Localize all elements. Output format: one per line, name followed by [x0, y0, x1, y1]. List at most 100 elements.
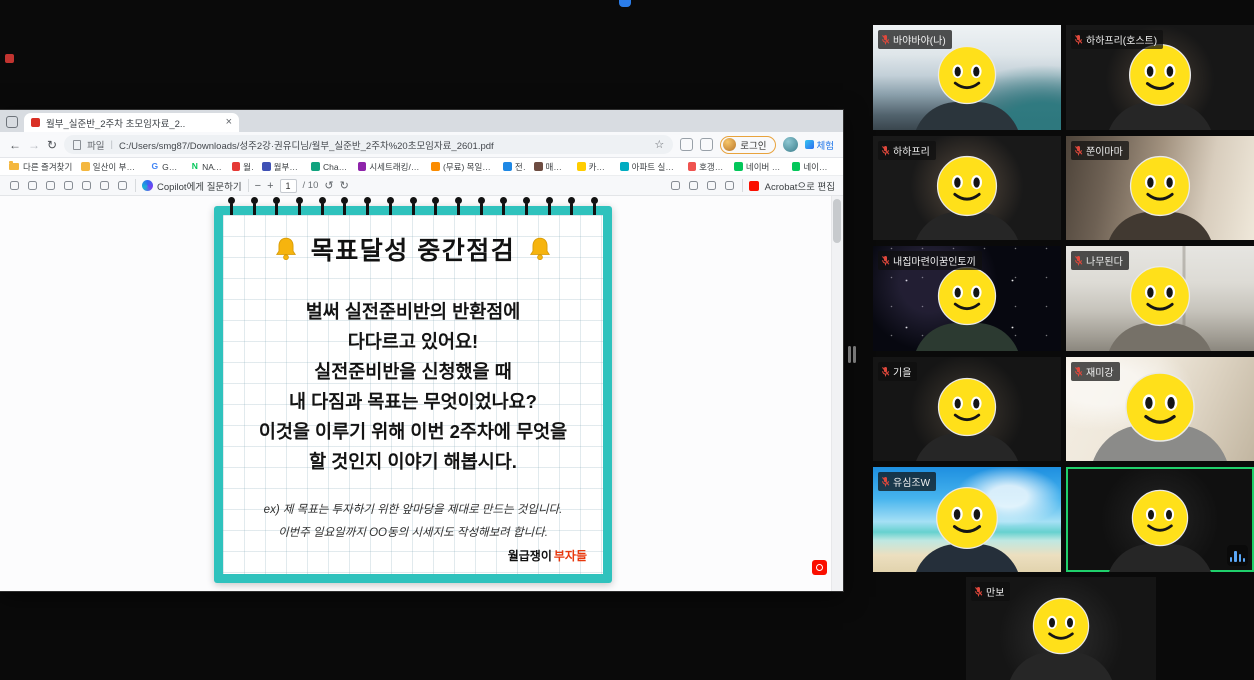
- binder-pin: [410, 197, 417, 217]
- select-tool-icon[interactable]: [62, 179, 75, 192]
- back-icon[interactable]: ←: [9, 139, 21, 151]
- bookmark-item[interactable]: ChatGPT: [311, 162, 348, 172]
- toolbar-separator: [135, 179, 136, 192]
- more-icon[interactable]: [723, 179, 736, 192]
- login-label: 로그인: [740, 138, 766, 152]
- bookmark-label: 시세트래킹/가우리..: [369, 161, 422, 173]
- participant-tile[interactable]: 하하프리: [873, 136, 1061, 241]
- zoom-out-button[interactable]: −: [255, 180, 261, 192]
- bookmark-favicon: [503, 162, 512, 171]
- other-bookmarks-button[interactable]: 다른 즐겨찾기: [9, 161, 72, 173]
- menu-icon[interactable]: [8, 179, 21, 192]
- bookmark-label: 월부: [243, 161, 253, 173]
- favorite-star-icon[interactable]: ☆: [654, 138, 664, 151]
- bookmark-label: 전달: [515, 161, 525, 173]
- toolbar-separator: [248, 179, 249, 192]
- notebook-binding: [228, 197, 598, 217]
- bookmark-item[interactable]: 일산이 부자가 되..: [81, 161, 141, 173]
- participant-name: 쭌이마마: [1086, 143, 1123, 158]
- smiley-face-overlay: [1128, 154, 1192, 218]
- forward-icon[interactable]: →: [28, 139, 40, 151]
- participant-tile[interactable]: 내집마련이꿈인토끼: [873, 246, 1061, 351]
- bookmark-item[interactable]: 전달: [503, 161, 525, 173]
- zoom-in-button[interactable]: +: [267, 180, 273, 192]
- tab-list-icon[interactable]: [6, 116, 18, 128]
- search-icon[interactable]: [26, 179, 39, 192]
- participant-tile-bottom[interactable]: 만보: [966, 577, 1156, 680]
- participant-name: 재미강: [1086, 364, 1114, 379]
- participant-name: 하하프리: [893, 143, 930, 158]
- smiley-face-overlay: [1127, 42, 1193, 108]
- login-button[interactable]: 로그인: [720, 136, 775, 154]
- page-number-input[interactable]: 1: [280, 179, 297, 193]
- zoom-meeting-screen: 월부_실준반_2주차 초모임자료_2.. × ← → ↻ 파일 | C:/Use…: [0, 0, 1254, 680]
- draw-icon[interactable]: [80, 179, 93, 192]
- collections-icon[interactable]: [700, 138, 713, 151]
- participant-tile[interactable]: 재미강: [1066, 357, 1254, 462]
- bookmark-label: (무료) 목일실이용..: [443, 161, 494, 173]
- address-bar: ← → ↻ 파일 | C:/Users/smg87/Downloads/성주2강…: [0, 132, 843, 158]
- pdf-scrollbar[interactable]: [831, 196, 843, 591]
- tab-strip: 월부_실준반_2주차 초모임자료_2.. ×: [0, 110, 843, 132]
- binder-pin: [478, 197, 485, 217]
- split-screen-icon[interactable]: [680, 138, 693, 151]
- participant-name: 나무된다: [1086, 253, 1123, 268]
- trial-button[interactable]: 체험: [805, 138, 834, 152]
- bookmark-item[interactable]: (무료) 목일실이용..: [431, 161, 494, 173]
- pdf-scrollbar-thumb[interactable]: [833, 199, 841, 243]
- bookmark-item[interactable]: 네이버 부동산: [734, 161, 782, 173]
- doc-body-line: 내 다짐과 목표는 무엇이었나요?: [259, 387, 567, 417]
- bookmark-label: 카카오맵: [589, 161, 612, 173]
- bookmark-item[interactable]: N NAVER: [191, 162, 223, 172]
- tab-close-icon[interactable]: ×: [226, 117, 232, 128]
- smiley-face-overlay: [934, 485, 1000, 551]
- participant-tile[interactable]: 유심조W: [873, 467, 1061, 572]
- bookmark-item[interactable]: 월부클래스: [262, 161, 302, 173]
- bookmark-item[interactable]: 시세트래킹/가우리..: [358, 161, 423, 173]
- bookmark-item[interactable]: 네이버 지도: [792, 161, 834, 173]
- refresh-icon[interactable]: ↻: [47, 139, 57, 151]
- acrobat-floating-icon[interactable]: [812, 560, 827, 575]
- participant-name: 만보: [986, 584, 1004, 599]
- acrobat-edit-button[interactable]: Acrobat으로 편집: [765, 179, 835, 193]
- participant-tile[interactable]: 바야바야(나): [873, 25, 1061, 130]
- bookmark-item[interactable]: 매물일정: [534, 161, 568, 173]
- highlight-icon[interactable]: [98, 179, 111, 192]
- rotate-left-button[interactable]: ↺: [324, 179, 333, 192]
- bookmark-favicon: N: [191, 162, 200, 171]
- participant-name-badge: 하하프리: [878, 141, 936, 160]
- bookmark-item[interactable]: 호갱노노..: [688, 161, 726, 173]
- bell-icon: [273, 236, 299, 262]
- copilot-button[interactable]: Copilot에게 질문하기: [142, 179, 242, 193]
- smiley-face-overlay: [1130, 488, 1190, 548]
- participant-tile[interactable]: [1066, 467, 1254, 572]
- participant-tile[interactable]: 쭌이마마: [1066, 136, 1254, 241]
- url-scheme-label: 파일: [87, 138, 104, 152]
- participant-tile[interactable]: 나무된다: [1066, 246, 1254, 351]
- bookmark-label: 월부클래스: [274, 161, 303, 173]
- panel-resize-handle[interactable]: [848, 346, 856, 363]
- profile-avatar[interactable]: [783, 137, 798, 152]
- save-icon[interactable]: [705, 179, 718, 192]
- bookmark-item[interactable]: G Google: [151, 162, 182, 172]
- mic-muted-icon: [881, 34, 890, 45]
- participant-name: 내집마련이꿈인토끼: [893, 253, 976, 268]
- participant-tile[interactable]: 하하프리(호스트): [1066, 25, 1254, 130]
- bookmark-item[interactable]: 아파트 실거래가..: [620, 161, 678, 173]
- bookmark-favicon: [792, 162, 801, 171]
- url-input[interactable]: 파일 | C:/Users/smg87/Downloads/성주2강·권유디님/…: [64, 135, 673, 154]
- hand-tool-icon[interactable]: [44, 179, 57, 192]
- bookmark-item[interactable]: 월부: [232, 161, 254, 173]
- erase-icon[interactable]: [116, 179, 129, 192]
- rotate-right-button[interactable]: ↻: [340, 179, 349, 192]
- participant-tile[interactable]: 기을: [873, 357, 1061, 462]
- bookmark-item[interactable]: 카카오맵: [577, 161, 611, 173]
- binder-pin: [273, 197, 280, 217]
- binder-pin: [546, 197, 553, 217]
- bookmark-favicon: [734, 162, 743, 171]
- smiley-face-overlay: [936, 265, 998, 327]
- participant-name-badge: 기을: [878, 362, 917, 381]
- browser-tab[interactable]: 월부_실준반_2주차 초모임자료_2.. ×: [24, 113, 239, 132]
- print-icon[interactable]: [687, 179, 700, 192]
- read-aloud-icon[interactable]: [669, 179, 682, 192]
